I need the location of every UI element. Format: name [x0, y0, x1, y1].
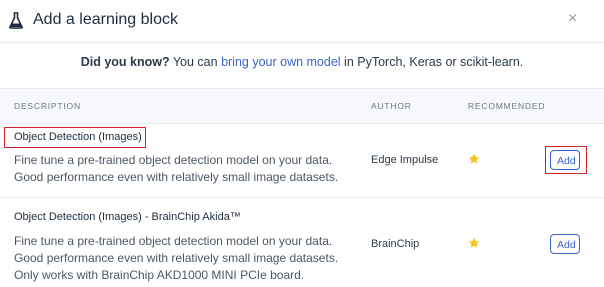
dialog-header: Add a learning block × — [0, 0, 604, 42]
table-header: DESCRIPTION AUTHOR RECOMMENDED — [0, 88, 604, 124]
tip-post: in PyTorch, Keras or scikit-learn. — [340, 55, 524, 69]
tip-pre: You can — [169, 55, 222, 69]
add-button[interactable]: Add — [550, 234, 580, 254]
block-title: Object Detection (Images) - BrainChip Ak… — [14, 211, 241, 223]
column-header-author: AUTHOR — [371, 101, 412, 111]
block-title: Object Detection (Images) — [14, 131, 142, 143]
table-row: Object Detection (Images) - BrainChip Ak… — [0, 198, 604, 287]
star-icon — [468, 153, 480, 164]
block-description: Fine tune a pre-trained object detection… — [14, 153, 339, 184]
dialog-title: Add a learning block — [33, 11, 178, 28]
column-header-recommended: RECOMMENDED — [468, 101, 546, 111]
table-row: Object Detection (Images) Fine tune a pr… — [0, 123, 604, 198]
column-header-description: DESCRIPTION — [14, 101, 81, 111]
byom-link[interactable]: bring your own model — [221, 55, 341, 69]
tip-lead: Did you know? — [80, 55, 170, 69]
star-icon — [468, 237, 480, 248]
flask-icon — [9, 12, 23, 29]
add-button[interactable]: Add — [550, 150, 580, 170]
header-divider — [0, 42, 604, 43]
tip-banner: Did you know? You can bring your own mod… — [0, 55, 604, 69]
block-author: BrainChip — [371, 238, 420, 250]
block-description: Fine tune a pre-trained object detection… — [14, 234, 339, 282]
close-icon[interactable]: × — [568, 11, 577, 27]
block-author: Edge Impulse — [371, 154, 439, 166]
